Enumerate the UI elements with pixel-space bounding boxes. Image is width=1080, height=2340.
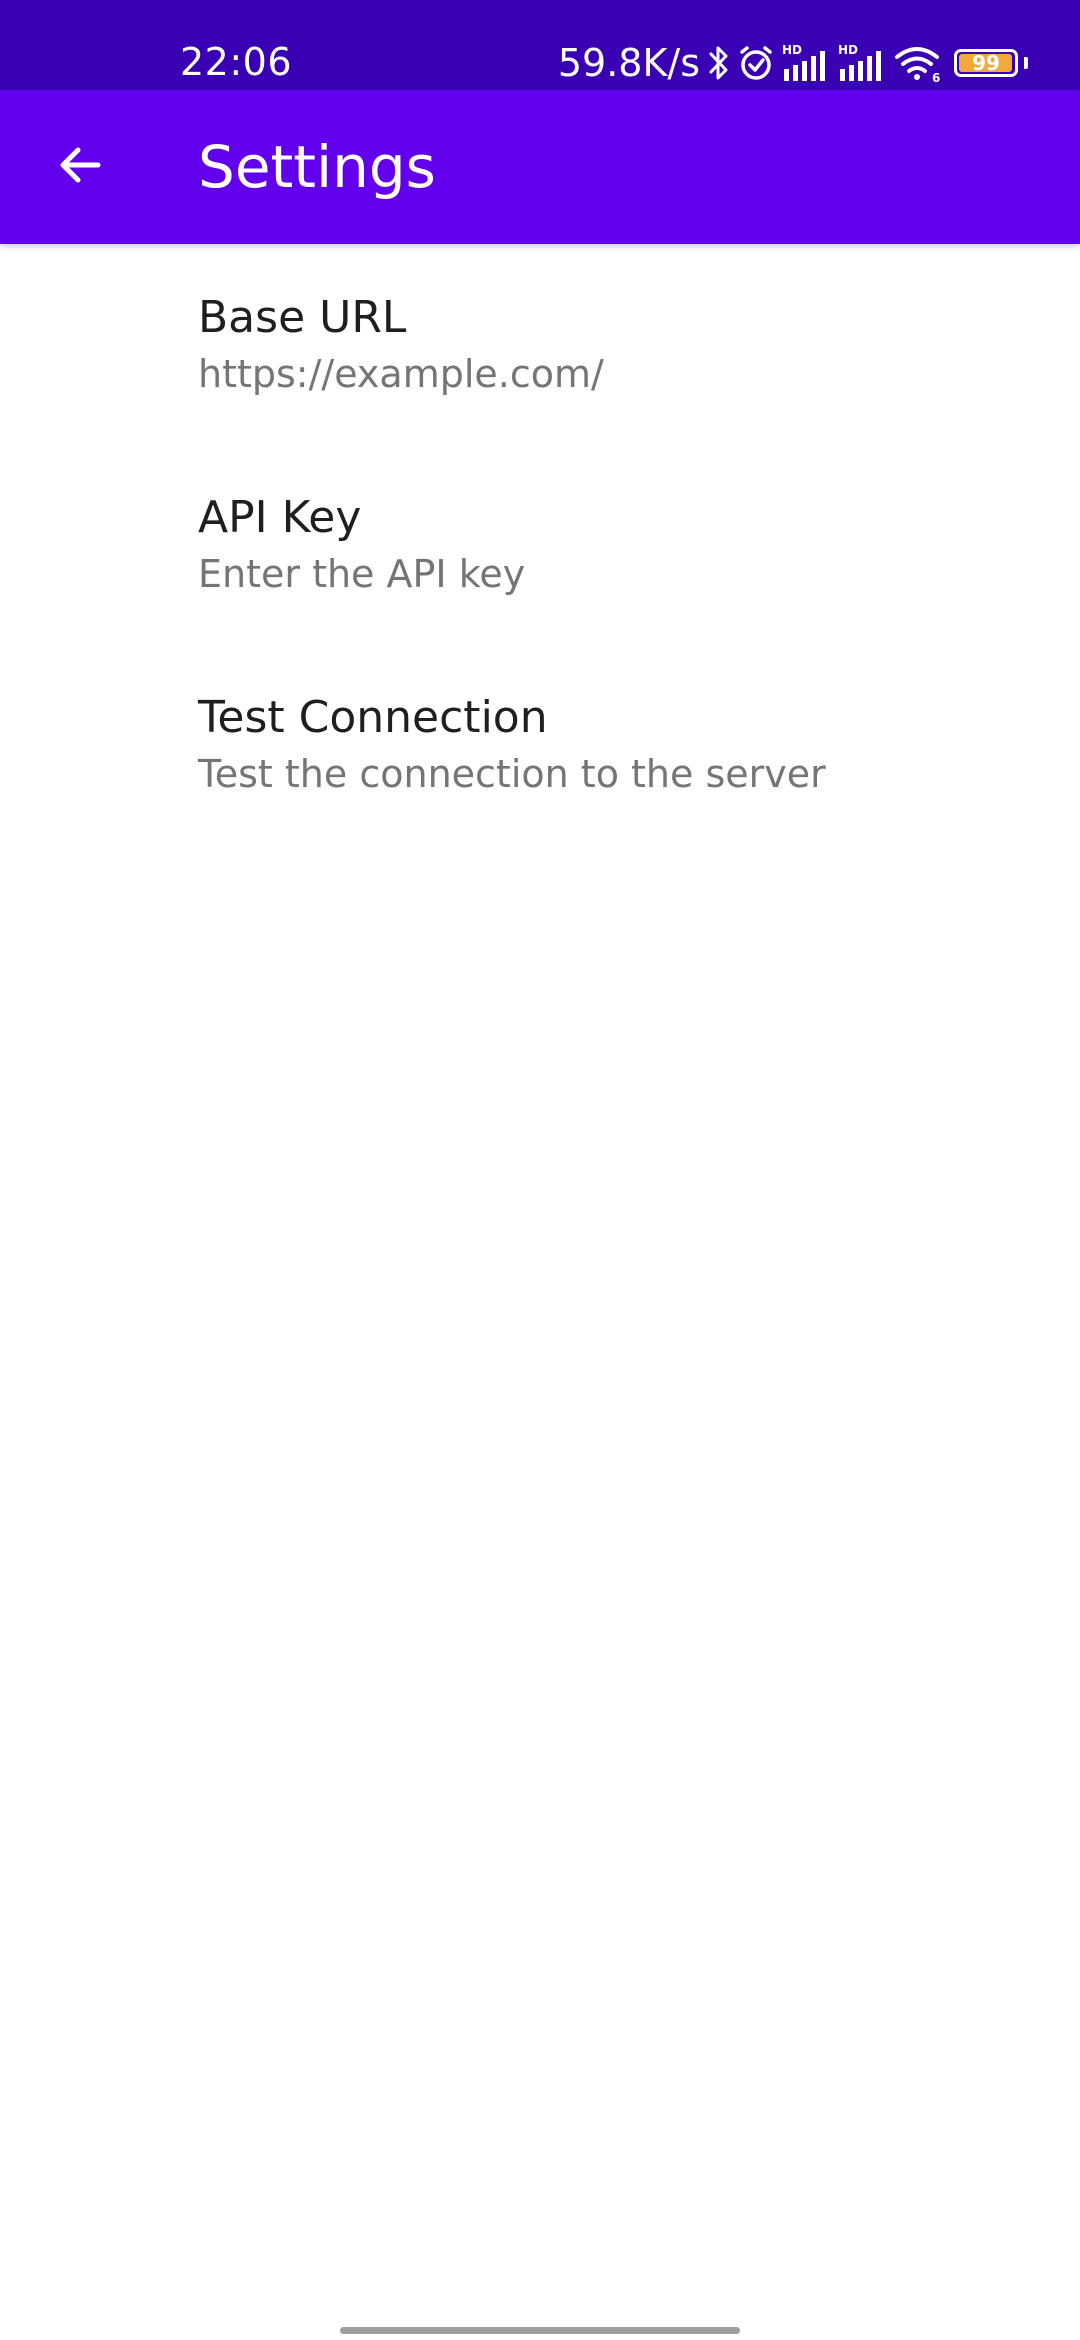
svg-text:HD: HD [782,43,802,57]
pref-title: Base URL [198,292,407,343]
hd-signal-icon: HD [838,43,888,83]
pref-title: Test Connection [198,692,548,743]
battery-nub [1024,57,1028,69]
battery-icon: 99 [954,49,1018,77]
status-time: 22:06 [180,40,293,84]
page-title: Settings [198,133,436,201]
network-speed: 59.8K/s [557,41,700,85]
pref-api-key[interactable]: API Key Enter the API key [0,444,1080,644]
pref-title: API Key [198,492,362,543]
settings-list: Base URL https://example.com/ API Key En… [0,244,1080,844]
bluetooth-icon [708,44,730,82]
pref-base-url[interactable]: Base URL https://example.com/ [0,244,1080,444]
svg-text:6: 6 [932,71,940,83]
hd-signal-icon: HD [782,43,832,83]
app-bar: Settings [0,90,1080,244]
svg-text:HD: HD [838,43,858,57]
status-icons: 59.8K/s HD HD 6 99 [558,38,1028,88]
arrow-back-icon [56,141,104,193]
gesture-nav-handle[interactable] [340,2327,740,2334]
battery-level: 99 [972,51,1000,75]
back-button[interactable] [38,125,122,209]
pref-test-connection[interactable]: Test Connection Test the connection to t… [0,644,1080,844]
wifi-icon: 6 [894,43,944,83]
status-bar: 22:06 59.8K/s HD HD 6 99 [0,0,1080,90]
pref-summary: Enter the API key [198,552,526,596]
pref-summary: Test the connection to the server [198,752,826,796]
pref-summary: https://example.com/ [198,352,604,396]
alarm-icon [736,43,776,83]
